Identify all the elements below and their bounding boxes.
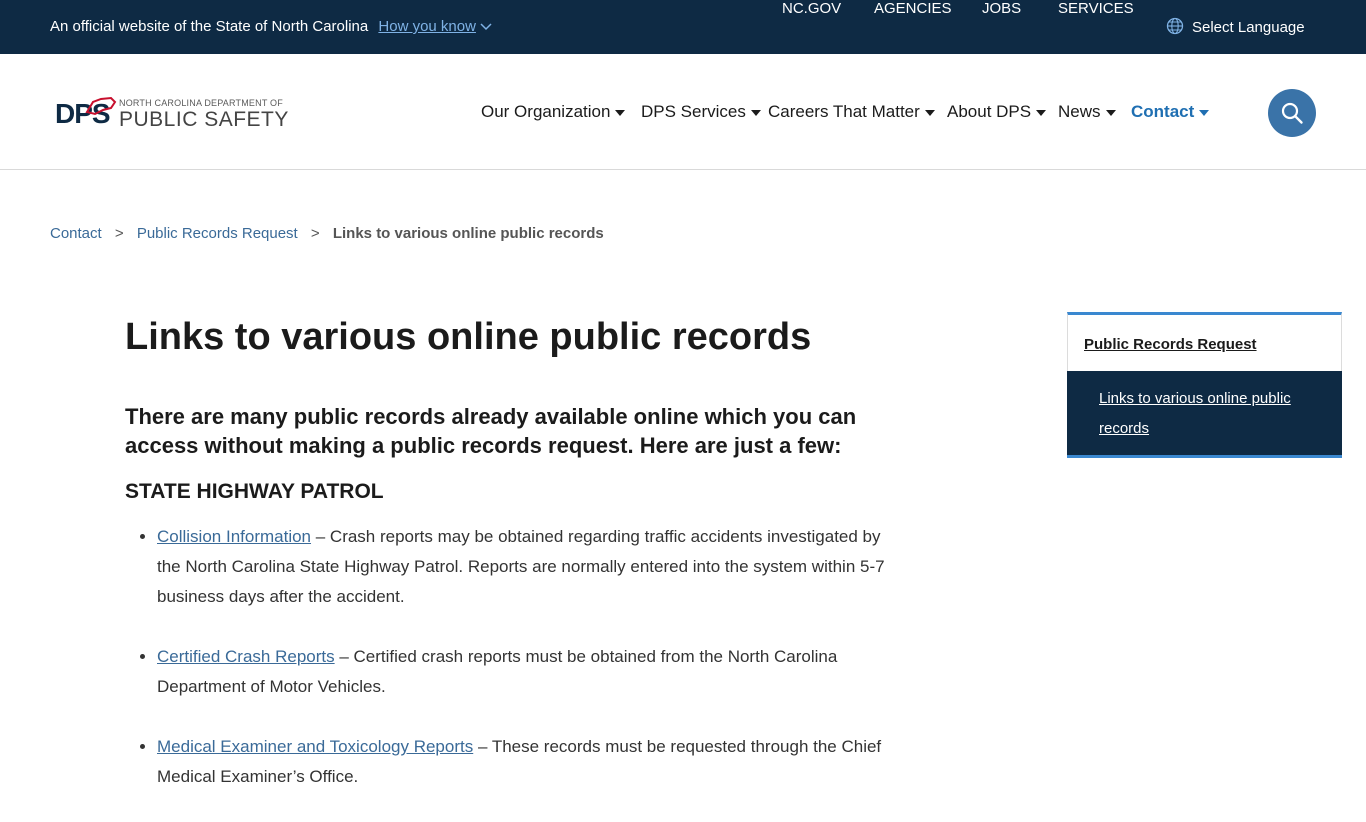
side-nav: Public Records Request Links to various … [1067,312,1342,458]
breadcrumb-current: Links to various online public records [332,225,604,242]
main-nav: Our Organization DPS Services Careers Th… [0,102,1366,124]
list-item: Medical Examiner and Toxicology Reports … [157,732,895,792]
intro-text: There are many public records already av… [125,404,857,458]
site-header: DPS NORTH CAROLINA DEPARTMENT OF PUBLIC … [0,54,1366,170]
search-button[interactable] [1268,89,1316,137]
select-language-button[interactable]: Select Language [1192,19,1305,36]
caret-down-icon [750,109,761,116]
top-link-agencies[interactable]: AGENCIES [874,0,952,17]
section-heading: STATE HIGHWAY PATROL [125,480,384,503]
how-you-know-link[interactable]: How you know [378,18,492,35]
records-list: Collision Information – Crash reports ma… [125,522,895,792]
nav-about-dps[interactable]: About DPS [947,102,1047,122]
chevron-down-icon [480,23,492,31]
nav-news[interactable]: News [1058,102,1116,122]
globe-icon[interactable] [1166,17,1184,35]
collision-information-link[interactable]: Collision Information [157,527,311,546]
medical-examiner-reports-link[interactable]: Medical Examiner and Toxicology Reports [157,737,473,756]
list-item: Collision Information – Crash reports ma… [157,522,895,612]
nav-dps-services[interactable]: DPS Services [641,102,761,122]
caret-down-icon [615,109,626,116]
caret-down-icon [1036,109,1047,116]
breadcrumb-public-records-request[interactable]: Public Records Request [137,225,298,242]
breadcrumb-separator: > [310,225,320,242]
official-site-text: An official website of the State of Nort… [50,18,369,35]
main-content: Links to various online public records T… [125,310,895,822]
top-link-ncgov[interactable]: NC.GOV [782,0,841,17]
breadcrumb-separator: > [114,225,124,242]
side-nav-parent: Public Records Request [1067,312,1342,371]
caret-down-icon [924,109,935,116]
top-link-jobs[interactable]: JOBS [982,0,1021,17]
page-title: Links to various online public records [125,316,812,358]
nav-careers-that-matter[interactable]: Careers That Matter [768,102,935,122]
side-nav-public-records-request[interactable]: Public Records Request [1084,336,1257,353]
certified-crash-reports-link[interactable]: Certified Crash Reports [157,647,335,666]
top-link-services[interactable]: SERVICES [1058,0,1134,17]
search-icon [1281,102,1303,124]
nav-our-organization[interactable]: Our Organization [481,102,626,122]
side-nav-links-online-records[interactable]: Links to various online public records [1099,384,1329,444]
list-item: Certified Crash Reports – Certified cras… [157,642,895,702]
nav-contact[interactable]: Contact [1131,102,1210,122]
breadcrumb-contact[interactable]: Contact [50,225,102,242]
official-site-notice: An official website of the State of Nort… [50,18,492,35]
caret-down-icon [1199,109,1210,116]
side-nav-active-item: Links to various online public records [1067,371,1342,458]
breadcrumb: Contact > Public Records Request > Links… [50,225,604,242]
caret-down-icon [1105,109,1116,116]
official-banner: An official website of the State of Nort… [0,0,1366,54]
